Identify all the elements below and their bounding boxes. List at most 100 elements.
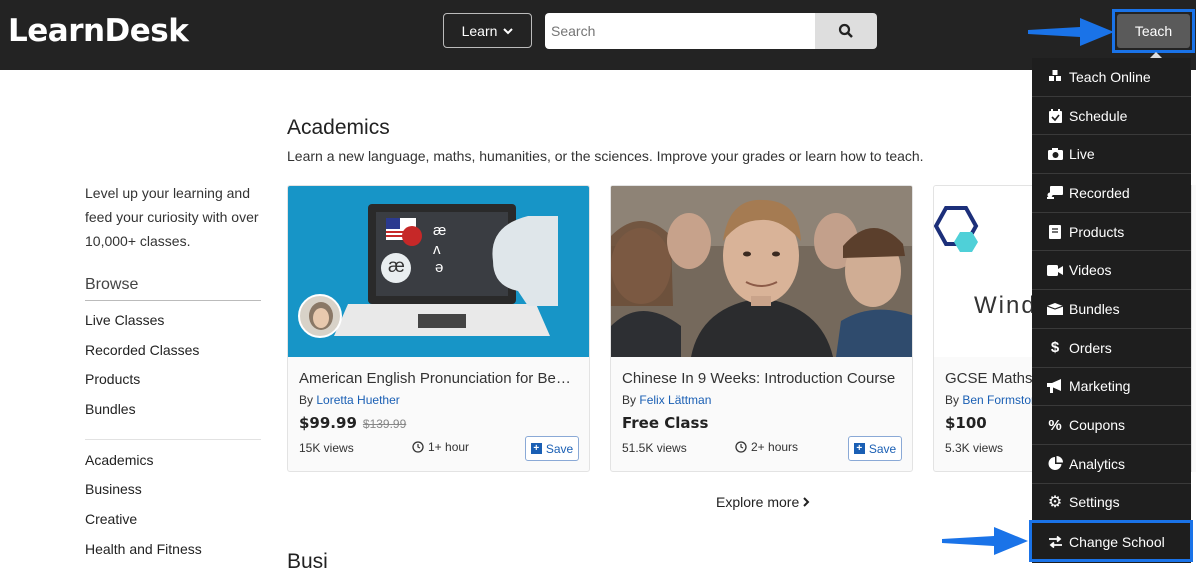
course-price: Free Class bbox=[622, 414, 708, 432]
course-card[interactable]: Chinese In 9 Weeks: Introduction Course … bbox=[610, 185, 913, 472]
course-title[interactable]: American English Pronunciation for Begi.… bbox=[299, 370, 579, 387]
menu-item-marketing[interactable]: Marketing bbox=[1032, 368, 1191, 407]
save-label: Save bbox=[868, 441, 897, 456]
logo[interactable]: LearnDesk bbox=[8, 13, 189, 49]
sidebar-item-live-classes[interactable]: Live Classes bbox=[85, 312, 261, 342]
course-price: $100 bbox=[945, 414, 987, 432]
menu-label: Settings bbox=[1069, 494, 1120, 511]
sidebar-divider bbox=[85, 438, 261, 440]
plus-icon: + bbox=[530, 443, 542, 454]
video-icon bbox=[1047, 262, 1063, 278]
menu-label: Bundles bbox=[1069, 300, 1120, 317]
learn-label: Learn bbox=[461, 22, 498, 39]
calendar-check-icon bbox=[1047, 108, 1063, 124]
course-thumbnail: æ æ ʌ ə bbox=[288, 186, 589, 357]
menu-item-coupons[interactable]: % Coupons bbox=[1032, 406, 1191, 445]
teach-dropdown-menu: Teach Online Schedule Live Recorded Prod… bbox=[1032, 58, 1191, 563]
browse-heading: Browse bbox=[85, 276, 261, 301]
sidebar-item-academics[interactable]: Academics bbox=[85, 452, 261, 482]
price-value: Free Class bbox=[622, 414, 709, 432]
menu-item-videos[interactable]: Videos bbox=[1032, 251, 1191, 291]
course-thumbnail bbox=[611, 186, 912, 357]
clock-icon bbox=[735, 441, 747, 453]
menu-label: Live bbox=[1069, 146, 1095, 163]
sidebar-item-health-fitness[interactable]: Health and Fitness bbox=[85, 541, 261, 571]
recorded-icon bbox=[1047, 185, 1063, 201]
chevron-right-icon bbox=[803, 497, 810, 507]
phonetic-glyph: ʌ bbox=[433, 241, 441, 258]
group-photo bbox=[611, 186, 912, 357]
save-button[interactable]: + Save bbox=[848, 436, 902, 461]
menu-label: Analytics bbox=[1069, 455, 1126, 472]
view-count: 5.3K views bbox=[945, 441, 1004, 455]
save-label: Save bbox=[545, 441, 574, 456]
menu-item-bundles[interactable]: Bundles bbox=[1032, 290, 1191, 329]
phonetic-glyph: æ bbox=[433, 222, 447, 239]
browse-type-list: Live Classes Recorded Classes Products B… bbox=[85, 312, 261, 431]
course-price: $99.99 $139.99 bbox=[299, 414, 406, 432]
course-card[interactable]: æ æ ʌ ə American English Pronunciation f… bbox=[287, 185, 590, 472]
course-title[interactable]: Chinese In 9 Weeks: Introduction Course bbox=[622, 370, 902, 387]
search-button[interactable] bbox=[815, 13, 877, 49]
duration-label: 2+ hours bbox=[751, 440, 799, 454]
menu-label: Coupons bbox=[1069, 417, 1126, 434]
sidebar-item-creative[interactable]: Creative bbox=[85, 511, 261, 541]
sidebar-item-products[interactable]: Products bbox=[85, 371, 261, 401]
book-icon bbox=[1047, 224, 1063, 240]
explore-label: Explore more bbox=[716, 494, 800, 510]
course-author: By Loretta Huether bbox=[299, 393, 400, 407]
author-link[interactable]: Ben Formston bbox=[962, 393, 1037, 407]
course-author: By Ben Formston bbox=[945, 393, 1038, 407]
sidebar-item-recorded-classes[interactable]: Recorded Classes bbox=[85, 342, 261, 372]
menu-item-teach-online[interactable]: Teach Online bbox=[1032, 58, 1191, 97]
browse-category-list: Academics Business Creative Health and F… bbox=[85, 452, 261, 571]
menu-item-orders[interactable]: $ Orders bbox=[1032, 329, 1191, 368]
search-input[interactable] bbox=[545, 13, 815, 49]
author-prefix: By bbox=[299, 393, 314, 407]
sidebar-item-business[interactable]: Business bbox=[85, 481, 261, 511]
teach-button[interactable]: Teach bbox=[1117, 14, 1190, 48]
next-section-title: Busi bbox=[287, 550, 328, 573]
chevron-down-icon bbox=[503, 27, 514, 34]
search-bar bbox=[545, 13, 877, 49]
view-count: 51.5K views bbox=[622, 441, 687, 455]
author-link[interactable]: Felix Lättman bbox=[639, 393, 711, 407]
teach-online-icon bbox=[1047, 69, 1063, 85]
menu-item-settings[interactable]: ⚙ Settings bbox=[1032, 484, 1191, 523]
phonetic-glyph: æ bbox=[388, 256, 405, 277]
menu-label: Marketing bbox=[1069, 378, 1131, 395]
price-value: $100 bbox=[945, 414, 987, 432]
duration: 1+ hour bbox=[412, 440, 469, 454]
duration: 2+ hours bbox=[735, 440, 798, 454]
box-icon bbox=[1047, 301, 1063, 317]
learn-dropdown-button[interactable]: Learn bbox=[443, 13, 532, 48]
price-value: $99.99 bbox=[299, 414, 357, 432]
megaphone-icon bbox=[1047, 378, 1063, 394]
menu-item-recorded[interactable]: Recorded bbox=[1032, 174, 1191, 213]
author-link[interactable]: Loretta Huether bbox=[316, 393, 399, 407]
menu-label: Teach Online bbox=[1069, 68, 1151, 85]
menu-item-products[interactable]: Products bbox=[1032, 213, 1191, 252]
dollar-icon: $ bbox=[1050, 339, 1060, 357]
menu-item-live[interactable]: Live bbox=[1032, 135, 1191, 175]
menu-label: Orders bbox=[1069, 339, 1112, 356]
plus-icon: + bbox=[853, 443, 865, 454]
section-subtitle: Learn a new language, maths, humanities,… bbox=[287, 148, 924, 164]
explore-more-link[interactable]: Explore more bbox=[716, 494, 810, 510]
menu-item-schedule[interactable]: Schedule bbox=[1032, 97, 1191, 136]
pie-chart-icon bbox=[1047, 456, 1063, 472]
sidebar-tagline: Level up your learning and feed your cur… bbox=[85, 185, 259, 249]
menu-label: Videos bbox=[1069, 262, 1112, 279]
camera-icon bbox=[1047, 146, 1063, 162]
thumbnail-text: Wind bbox=[974, 292, 1037, 319]
duration-label: 1+ hour bbox=[428, 440, 470, 454]
view-count: 15K views bbox=[299, 441, 354, 455]
pointer-arrow-icon bbox=[942, 527, 1028, 555]
sidebar-item-bundles[interactable]: Bundles bbox=[85, 401, 261, 431]
menu-item-analytics[interactable]: Analytics bbox=[1032, 445, 1191, 484]
save-button[interactable]: + Save bbox=[525, 436, 579, 461]
percent-icon: % bbox=[1048, 416, 1062, 434]
sidebar: Level up your learning and feed your cur… bbox=[85, 181, 261, 571]
pointer-arrow-icon bbox=[1028, 18, 1114, 46]
section-header: Academics Learn a new language, maths, h… bbox=[287, 116, 924, 164]
